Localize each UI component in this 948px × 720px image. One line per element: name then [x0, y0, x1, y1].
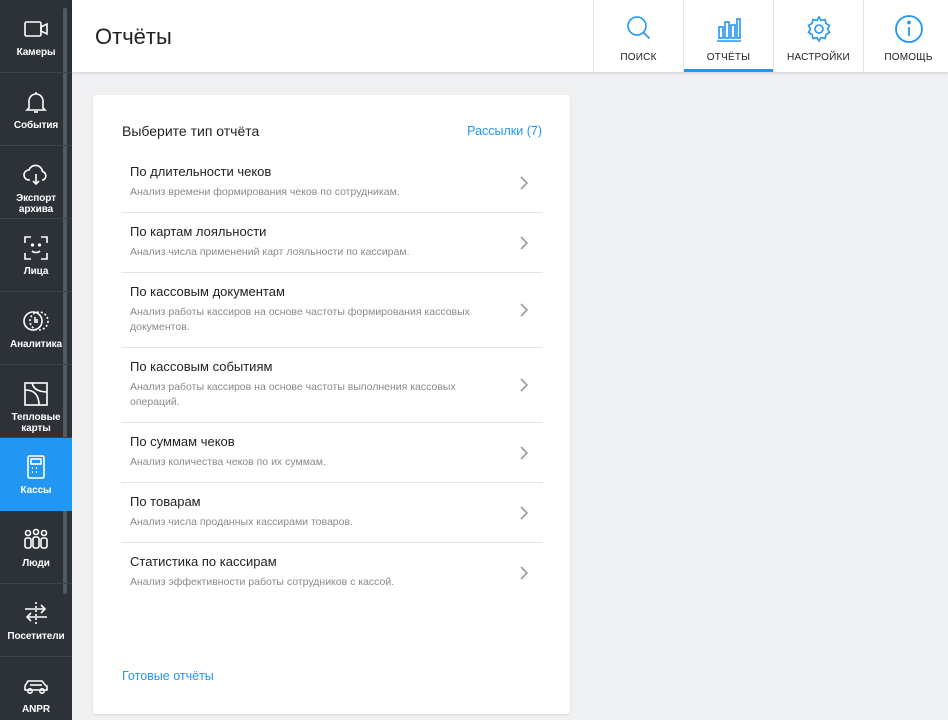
bar-chart-icon	[714, 14, 744, 44]
report-name: По суммам чеков	[130, 434, 235, 449]
face-icon	[21, 233, 51, 263]
report-description: Анализ числа проданных кассирами товаров…	[130, 516, 353, 528]
sidebar-item-visitors[interactable]: Посетители	[0, 584, 72, 657]
report-description: Анализ числа применений карт лояльности …	[130, 246, 410, 258]
chevron-right-icon	[520, 235, 529, 250]
chevron-right-icon	[520, 505, 529, 520]
top-header: Отчёты ПОИСК ОТЧЁТЫ НАСТРОЙКИ ПОМОЩЬ	[72, 0, 948, 72]
sidebar-item-label: ANPR	[22, 704, 50, 715]
report-item-loyalty-cards[interactable]: По картам лояльности Анализ числа примен…	[121, 213, 543, 273]
people-icon	[21, 525, 51, 555]
heatmap-icon	[21, 379, 51, 409]
tab-label: ПОМОЩЬ	[884, 52, 933, 63]
cloud-download-icon	[21, 160, 51, 190]
report-description: Анализ эффективности работы сотрудников …	[130, 576, 395, 588]
sidebar-item-events[interactable]: События	[0, 73, 72, 146]
card-title: Выберите тип отчёта	[122, 123, 260, 139]
sidebar-item-heatmaps[interactable]: Тепловые карты	[0, 365, 72, 438]
chevron-right-icon	[520, 175, 529, 190]
tab-search[interactable]: ПОИСК	[593, 0, 683, 72]
tab-label: НАСТРОЙКИ	[787, 52, 850, 63]
report-item-receipt-duration[interactable]: По длительности чеков Анализ времени фор…	[121, 153, 543, 213]
report-item-cash-events[interactable]: По кассовым событиям Анализ работы касси…	[121, 348, 543, 423]
chevron-right-icon	[520, 378, 529, 392]
tab-label: ОТЧЁТЫ	[706, 52, 751, 63]
sidebar-item-analytics[interactable]: Аналитика	[0, 292, 72, 365]
sidebar-item-faces[interactable]: Лица	[0, 219, 72, 292]
analytics-icon	[21, 306, 51, 336]
tab-label: ПОИСК	[620, 52, 657, 63]
sidebar-item-anpr[interactable]: ANPR	[0, 657, 72, 720]
sidebar-item-label: Посетители	[7, 631, 65, 642]
sidebar-item-label: Камеры	[16, 47, 56, 58]
report-description: Анализ работы кассиров на основе частоты…	[130, 381, 456, 408]
camera-icon	[21, 14, 51, 44]
info-icon	[894, 14, 924, 44]
sidebar-item-label: Аналитика	[9, 339, 63, 350]
sidebar: Камеры События Экспорт архива Лица Анали…	[0, 0, 72, 720]
visitors-icon	[21, 598, 51, 628]
report-list: По длительности чеков Анализ времени фор…	[121, 153, 543, 602]
sidebar-item-label: Люди	[22, 558, 50, 569]
sidebar-item-label: Экспорт архива	[16, 193, 56, 215]
report-name: По кассовым событиям	[130, 359, 273, 374]
report-name: По длительности чеков	[130, 164, 272, 179]
gear-icon	[804, 14, 834, 44]
car-icon	[21, 671, 51, 701]
sidebar-item-cameras[interactable]: Камеры	[0, 0, 72, 73]
sidebar-item-archive-export[interactable]: Экспорт архива	[0, 146, 72, 219]
page-title: Отчёты	[95, 24, 172, 49]
chevron-right-icon	[520, 303, 529, 317]
sidebar-item-people[interactable]: Люди	[0, 511, 72, 584]
report-name: Статистика по кассирам	[130, 554, 277, 569]
report-description: Анализ времени формирования чеков по сот…	[130, 186, 400, 198]
ready-reports-link[interactable]: Готовые отчёты	[122, 669, 214, 683]
sidebar-item-cash-registers[interactable]: Кассы	[0, 438, 72, 511]
sidebar-item-label: Кассы	[20, 485, 52, 496]
report-item-cash-documents[interactable]: По кассовым документам Анализ работы кас…	[121, 273, 543, 348]
report-name: По картам лояльности	[130, 224, 267, 239]
sidebar-item-label: События	[13, 120, 59, 131]
subscriptions-link[interactable]: Рассылки (7)	[467, 124, 542, 138]
report-item-cashier-stats[interactable]: Статистика по кассирам Анализ эффективно…	[121, 543, 543, 602]
report-type-card: Выберите тип отчёта Рассылки (7) По длит…	[93, 95, 570, 714]
report-name: По товарам	[130, 494, 201, 509]
search-icon	[624, 14, 654, 44]
cash-register-icon	[21, 452, 51, 482]
tab-help[interactable]: ПОМОЩЬ	[863, 0, 948, 72]
tab-settings[interactable]: НАСТРОЙКИ	[773, 0, 863, 72]
chevron-right-icon	[520, 565, 529, 580]
chevron-right-icon	[520, 445, 529, 460]
report-item-receipt-amounts[interactable]: По суммам чеков Анализ количества чеков …	[121, 423, 543, 483]
report-name: По кассовым документам	[130, 284, 285, 299]
sidebar-item-label: Лица	[23, 266, 49, 277]
bell-icon	[21, 87, 51, 117]
report-item-products[interactable]: По товарам Анализ числа проданных кассир…	[121, 483, 543, 543]
tab-reports[interactable]: ОТЧЁТЫ	[683, 0, 773, 72]
report-description: Анализ количества чеков по их суммам.	[130, 456, 326, 468]
sidebar-item-label: Тепловые карты	[11, 412, 61, 434]
report-description: Анализ работы кассиров на основе частоты…	[130, 306, 470, 333]
